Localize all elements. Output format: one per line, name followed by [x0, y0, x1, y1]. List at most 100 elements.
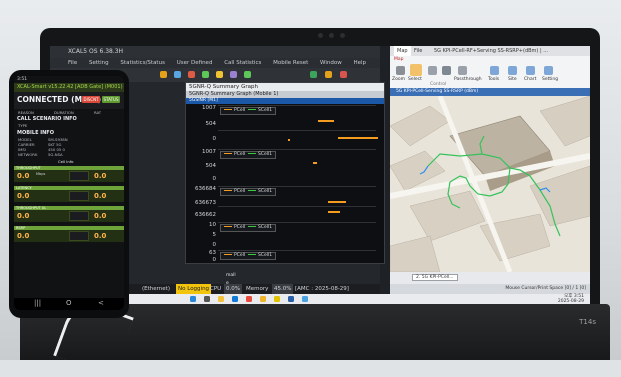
toolbar-icon[interactable] [230, 71, 237, 78]
bottom-tab[interactable]: 2. 5G KPI-PCell... [412, 274, 458, 281]
data-dash [328, 211, 340, 213]
menu-call-statistics[interactable]: Call Statistics [224, 60, 261, 66]
toolbar-icon[interactable] [174, 71, 181, 78]
toolbar-icon[interactable] [310, 71, 317, 78]
y-tick: 0 [212, 136, 217, 142]
toolbar-icon[interactable] [188, 71, 195, 78]
status-logging: No Logging [176, 284, 212, 294]
map-canvas[interactable] [390, 96, 590, 272]
chrome-icon[interactable] [246, 296, 252, 302]
pan-icon[interactable] [428, 66, 437, 75]
kpi-block: THROUGHPUT UL 0.0 0.0 [14, 206, 124, 222]
status-cpu-label: CPU [210, 286, 222, 292]
kpi-value: 0.0 [94, 212, 107, 220]
search-icon[interactable] [204, 296, 210, 302]
windows-taskbar: 오후 3:51 2025-08-29 [50, 294, 590, 304]
toolbar-icon[interactable] [244, 71, 251, 78]
tab-file[interactable]: File [414, 46, 422, 56]
toolbar-icon[interactable] [216, 71, 223, 78]
phone-status-bar: 3:51 [14, 76, 124, 83]
data-dash [338, 137, 378, 139]
graph-row: PCell SCell1 [218, 250, 376, 261]
map-drawing [390, 96, 590, 272]
y-tick: 0 [212, 176, 217, 182]
home-button[interactable]: O [66, 299, 72, 307]
app-icon[interactable] [260, 296, 266, 302]
disconnect-button[interactable]: DISCNT [82, 96, 100, 103]
y-tick: 0 [212, 257, 217, 263]
menu-file[interactable]: File [68, 60, 77, 66]
system-tray[interactable]: 오후 3:51 2025-08-29 [558, 294, 584, 304]
map-bottom-tabs: 2. 5G KPI-PCell... [390, 272, 590, 284]
graph-tag: 5GSINR [M1] [186, 98, 384, 104]
app-icon[interactable] [288, 296, 294, 302]
phone-app-header: XCAL-Smart v15.22.42 [ADB Gate] (M001) [14, 83, 124, 92]
tools-icon[interactable] [490, 66, 499, 75]
phone-time: 3:51 [17, 77, 28, 82]
kpi-box [69, 171, 89, 181]
toolbar-icon[interactable] [202, 71, 209, 78]
legend: PCell SCell1 [220, 252, 277, 260]
select-icon[interactable] [410, 64, 422, 76]
graph-title: 5GNR-Q Summary Graph [186, 83, 384, 91]
ribbon-label: Site [508, 77, 517, 82]
status-button[interactable]: STATUS [102, 96, 120, 103]
ribbon-group-label: Control [430, 82, 447, 87]
kpi-title: LATENCY [14, 186, 124, 190]
toolbar-icon[interactable] [325, 71, 332, 78]
toolbar-icon[interactable] [160, 71, 167, 78]
y-tick: 1007 [202, 149, 216, 155]
kakao-icon[interactable] [274, 296, 280, 302]
folder-icon[interactable] [218, 296, 224, 302]
tab-doc[interactable]: 5G KPI-PCell-RF+Serving SS-RSRP+(dBm) | … [434, 46, 584, 56]
map-status-bar: Mouse Cursor/Print Space [0] / 1 [0] [390, 284, 590, 294]
kpi-unit: Mbps [36, 172, 46, 176]
back-button[interactable]: < [98, 299, 104, 307]
y-tick: 636662 [195, 212, 216, 218]
zoom-icon[interactable] [442, 66, 451, 75]
toolbar-icon[interactable] [340, 71, 347, 78]
recent-apps-button[interactable]: ||| [34, 299, 41, 307]
chart-icon[interactable] [526, 66, 535, 75]
section-mobile-info: MOBILE INFO [17, 130, 54, 136]
graph-row: PCell SCell1 [218, 149, 376, 169]
map-ribbon: Map Zoom Select Passthrough Tools Site C… [390, 56, 590, 89]
app-icon[interactable] [302, 296, 308, 302]
map-status-text: Mouse Cursor/Print Space [0] / 1 [0] [505, 286, 586, 291]
legend: PCell SCell1 [220, 107, 277, 115]
passthrough-icon[interactable] [458, 66, 467, 75]
map-window: Map File 5G KPI-PCell-RF+Serving SS-RSRP… [390, 46, 590, 294]
ribbon-tab-map[interactable]: Map [394, 57, 404, 62]
tab-map[interactable]: Map [394, 46, 411, 56]
status-cpu-value: 0.0% [224, 284, 242, 294]
legend: PCell SCell1 [220, 224, 277, 232]
ribbon-label: Chart [524, 77, 537, 82]
legend: PCell SCell1 [220, 151, 277, 159]
kpi-title: THROUGHPUT [14, 166, 124, 170]
data-dash [318, 120, 334, 122]
connection-state-panel: CONNECTED (M001) DISCNT STATUS [14, 92, 124, 109]
map-doc-tab[interactable]: 5G KPI-PCell-Serving SS-RSRP (dBm) [390, 88, 590, 96]
menu-user-defined[interactable]: User Defined [177, 60, 213, 66]
menu-setting[interactable]: Setting [89, 60, 109, 66]
kpi-block: RSRP 0.0 0.0 [14, 226, 124, 242]
kpi-title: THROUGHPUT UL [14, 206, 124, 210]
menu-statistics[interactable]: Statistics/Status [120, 60, 165, 66]
y-tick: 636673 [195, 200, 216, 206]
site-icon[interactable] [508, 66, 517, 75]
webcam [318, 33, 348, 39]
graph-row: PCell SCell1 [218, 105, 376, 125]
menu-window[interactable]: Window [320, 60, 342, 66]
edge-icon[interactable] [232, 296, 238, 302]
side-menu-item[interactable]: mall [226, 273, 236, 278]
zoom-icon[interactable] [396, 66, 405, 75]
ribbon-label: Passthrough [454, 77, 482, 82]
start-icon[interactable] [190, 296, 196, 302]
kpi-value: 0.0 [17, 192, 30, 200]
y-tick: 504 [205, 163, 217, 169]
setting-icon[interactable] [544, 66, 553, 75]
menu-mobile-reset[interactable]: Mobile Reset [273, 60, 308, 66]
xcal-title-bar: XCAL5 OS 6.38.3H [50, 46, 380, 58]
menu-help[interactable]: Help [353, 60, 366, 66]
y-tick: 636684 [195, 186, 216, 192]
